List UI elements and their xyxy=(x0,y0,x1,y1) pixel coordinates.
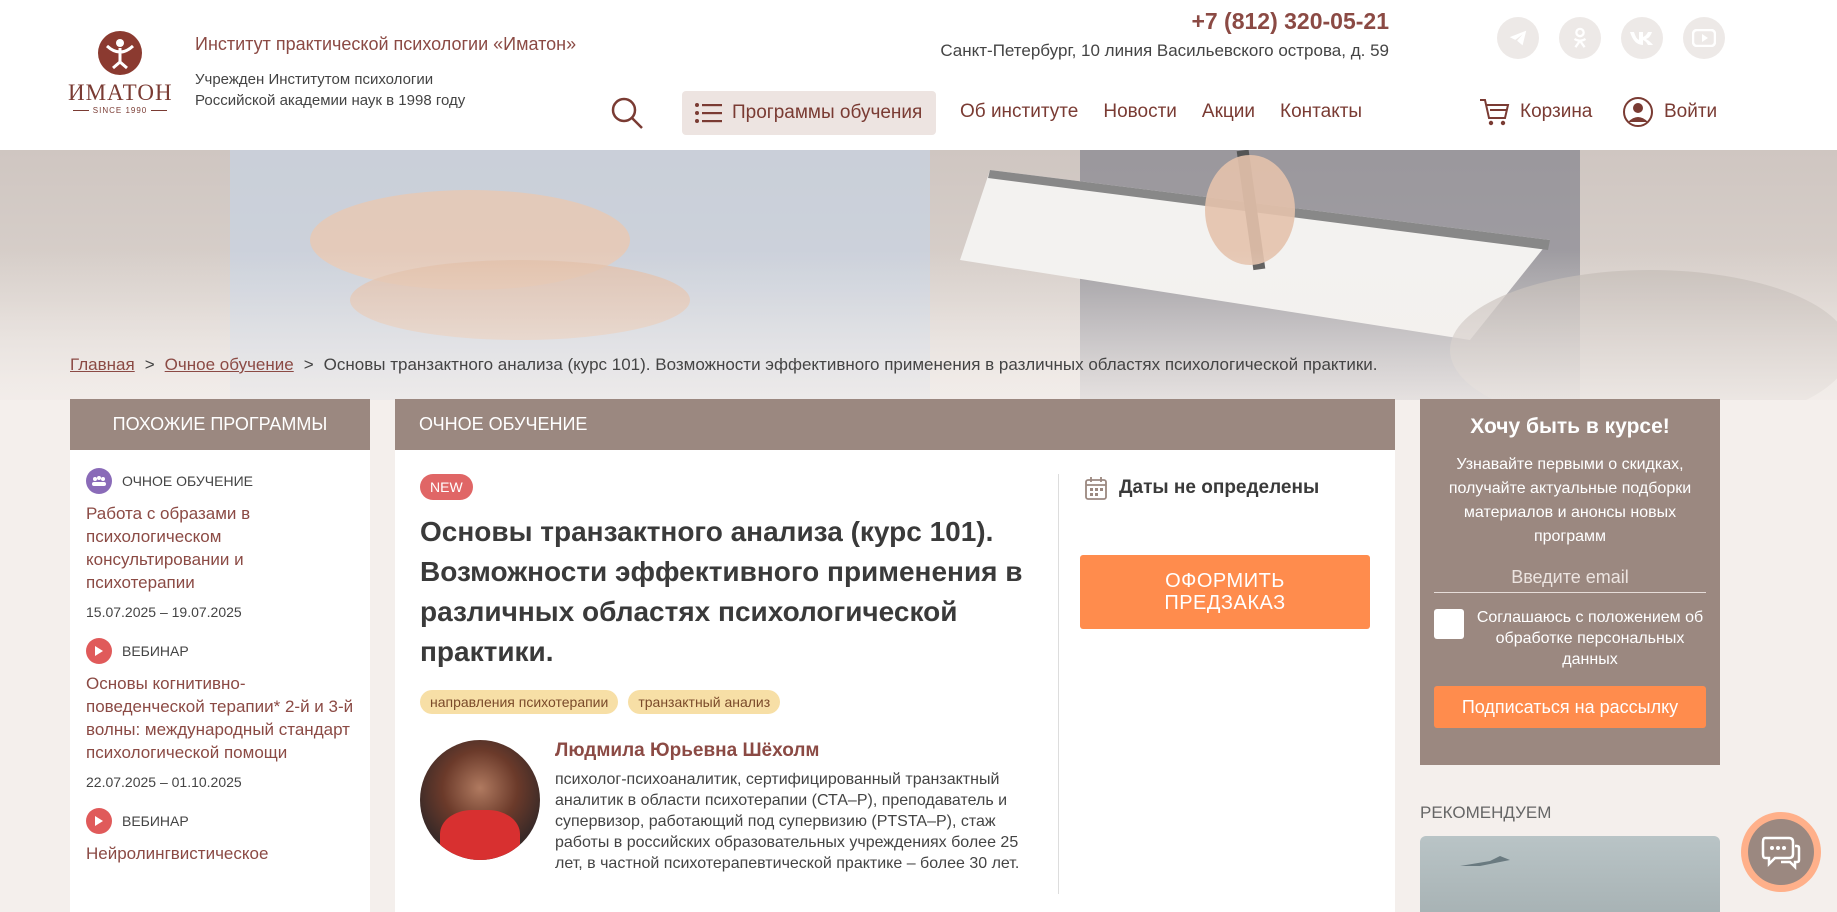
new-badge: NEW xyxy=(420,474,473,500)
tag-list: направления психотерапии транзактный ана… xyxy=(420,690,781,714)
play-icon xyxy=(86,638,112,664)
logo-since: SINCE 1990 xyxy=(92,106,148,115)
logo-icon xyxy=(98,31,142,75)
telegram-icon[interactable] xyxy=(1497,17,1539,59)
consent-row[interactable]: Соглашаюсь с положением об обработке пер… xyxy=(1434,607,1706,670)
list-item[interactable]: ВЕБИНАР Нейролингвистическое xyxy=(70,808,370,865)
course-title: Основы транзактного анализа (курс 101). … xyxy=(420,516,1023,667)
logo[interactable]: ИМАТОН SINCE 1990 xyxy=(68,28,172,120)
preorder-label-1: ОФОРМИТЬ xyxy=(1165,570,1285,592)
program-title[interactable]: Нейролингвистическое xyxy=(86,842,354,865)
social-links xyxy=(1497,17,1725,59)
subscribe-text: Узнавайте первыми о скидках, получайте а… xyxy=(1448,456,1692,545)
search-icon[interactable] xyxy=(610,96,644,130)
divider xyxy=(1058,474,1059,894)
phone-link[interactable]: +7 (812) 320-05-21 xyxy=(1191,8,1389,35)
cart-link[interactable]: Корзина xyxy=(1478,96,1592,128)
program-title[interactable]: Работа с образами в психологическом конс… xyxy=(86,502,354,594)
institute-sub-line-1: Учрежден Институтом психологии xyxy=(195,71,434,88)
user-icon xyxy=(1623,97,1653,127)
group-icon xyxy=(86,468,112,494)
breadcrumb-home[interactable]: Главная xyxy=(70,355,135,375)
vk-icon[interactable] xyxy=(1621,17,1663,59)
tag[interactable]: транзактный анализ xyxy=(628,690,781,714)
course-dates: Даты не определены xyxy=(1085,476,1319,500)
nav-news[interactable]: Новости xyxy=(1103,101,1177,123)
programs-menu-label: Программы обучения xyxy=(732,102,923,123)
similar-programs-sidebar: ПОХОЖИЕ ПРОГРАММЫ ОЧНОЕ ОБУЧЕНИЕ Работа … xyxy=(70,399,370,912)
course-format-header: ОЧНОЕ ОБУЧЕНИЕ xyxy=(395,399,1395,450)
author-name[interactable]: Людмила Юрьевна Шёхолм xyxy=(555,740,819,762)
list-item[interactable]: ОЧНОЕ ОБУЧЕНИЕ Работа с образами в психо… xyxy=(70,468,370,620)
breadcrumb-current: Основы транзактного анализа (курс 101). … xyxy=(323,355,1378,374)
play-icon xyxy=(86,808,112,834)
program-type: ОЧНОЕ ОБУЧЕНИЕ xyxy=(122,473,253,489)
tag[interactable]: направления психотерапии xyxy=(420,690,619,714)
program-type: ВЕБИНАР xyxy=(122,643,189,659)
programs-menu-button[interactable]: Программы обучения xyxy=(682,91,936,135)
course-card: ОЧНОЕ ОБУЧЕНИЕ NEW Основы транзактного а… xyxy=(395,399,1395,912)
subscribe-box: Хочу быть в курсе! Узнавайте первыми о с… xyxy=(1420,399,1720,765)
nav-about[interactable]: Об институте xyxy=(960,101,1078,123)
chat-icon xyxy=(1761,836,1801,870)
chat-button[interactable] xyxy=(1741,812,1821,892)
breadcrumb-section[interactable]: Очное обучение xyxy=(165,355,294,375)
consent-label: Соглашаюсь с положением об обработке пер… xyxy=(1476,609,1704,668)
cart-icon xyxy=(1480,99,1510,126)
program-title[interactable]: Основы когнитивно-поведенческой терапии*… xyxy=(86,672,354,764)
breadcrumb-separator: > xyxy=(303,355,314,374)
list-icon xyxy=(695,103,722,123)
email-field[interactable] xyxy=(1434,563,1706,593)
calendar-icon xyxy=(1085,477,1107,500)
nav-promotions[interactable]: Акции xyxy=(1202,101,1255,123)
institute-subtitle: Учрежден Институтом психологии Российско… xyxy=(195,69,515,111)
subscribe-title: Хочу быть в курсе! xyxy=(1470,415,1670,438)
sidebar-title: ПОХОЖИЕ ПРОГРАММЫ xyxy=(70,399,370,450)
nav-contacts[interactable]: Контакты xyxy=(1280,101,1362,123)
login-link[interactable]: Войти xyxy=(1622,96,1717,128)
cart-label: Корзина xyxy=(1520,101,1593,122)
logo-name: ИМАТОН xyxy=(68,80,173,105)
recommend-title: РЕКОМЕНДУЕМ xyxy=(1420,803,1552,822)
main-nav: Об институте Новости Акции Контакты xyxy=(960,101,1362,123)
program-type: ВЕБИНАР xyxy=(122,813,189,829)
author-description: психолог-психоаналитик, сертифицированны… xyxy=(555,771,1020,872)
address: Санкт-Петербург, 10 линия Васильевского … xyxy=(940,41,1389,60)
program-date: 22.07.2025 – 01.10.2025 xyxy=(86,774,242,790)
dates-label: Даты не определены xyxy=(1119,477,1320,498)
author-photo xyxy=(420,740,540,860)
breadcrumb: Главная > Очное обучение > Основы транза… xyxy=(70,355,1378,375)
institute-sub-line-2: Российской академии наук в 1998 году xyxy=(195,92,466,109)
list-item[interactable]: ВЕБИНАР Основы когнитивно-поведенческой … xyxy=(70,638,370,790)
odnoklassniki-icon[interactable] xyxy=(1559,17,1601,59)
program-date: 15.07.2025 – 19.07.2025 xyxy=(86,604,242,620)
recommend-image[interactable] xyxy=(1420,836,1720,912)
preorder-label-2: ПРЕДЗАКАЗ xyxy=(1164,592,1286,614)
breadcrumb-separator: > xyxy=(144,355,155,374)
institute-name: Институт практической психологии «Иматон… xyxy=(195,34,577,54)
subscribe-button[interactable]: Подписаться на рассылку xyxy=(1434,686,1706,728)
site-header: ИМАТОН SINCE 1990 Институт практической … xyxy=(0,0,1837,150)
preorder-button[interactable]: ОФОРМИТЬ ПРЕДЗАКАЗ xyxy=(1080,555,1370,629)
login-label: Войти xyxy=(1664,101,1718,122)
consent-checkbox[interactable] xyxy=(1434,609,1464,639)
youtube-icon[interactable] xyxy=(1683,17,1725,59)
